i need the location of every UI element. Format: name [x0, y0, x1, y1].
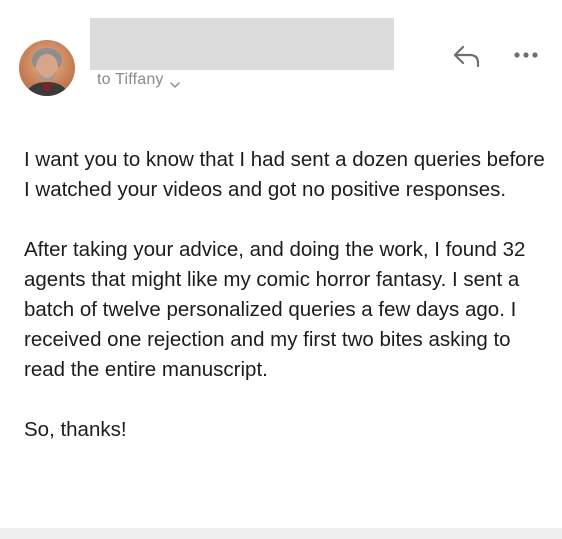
sender-name-redacted: [90, 18, 394, 70]
reply-arrow-icon[interactable]: [452, 44, 482, 68]
recipient-line[interactable]: to Tiffany: [97, 71, 180, 89]
message-paragraph: So, thanks!: [24, 418, 127, 441]
bottom-divider: [0, 528, 562, 539]
chevron-down-icon: [169, 76, 180, 88]
recipient-label: to Tiffany: [97, 71, 164, 88]
message-paragraph: After taking your advice, and doing the …: [24, 238, 526, 381]
message-paragraph: I want you to know that I had sent a doz…: [24, 148, 545, 201]
more-dots-icon[interactable]: [512, 48, 542, 62]
avatar[interactable]: [19, 40, 75, 96]
message-body: I want you to know that I had sent a doz…: [24, 145, 554, 475]
email-view: to Tiffany I want you to know that I had…: [0, 0, 562, 539]
